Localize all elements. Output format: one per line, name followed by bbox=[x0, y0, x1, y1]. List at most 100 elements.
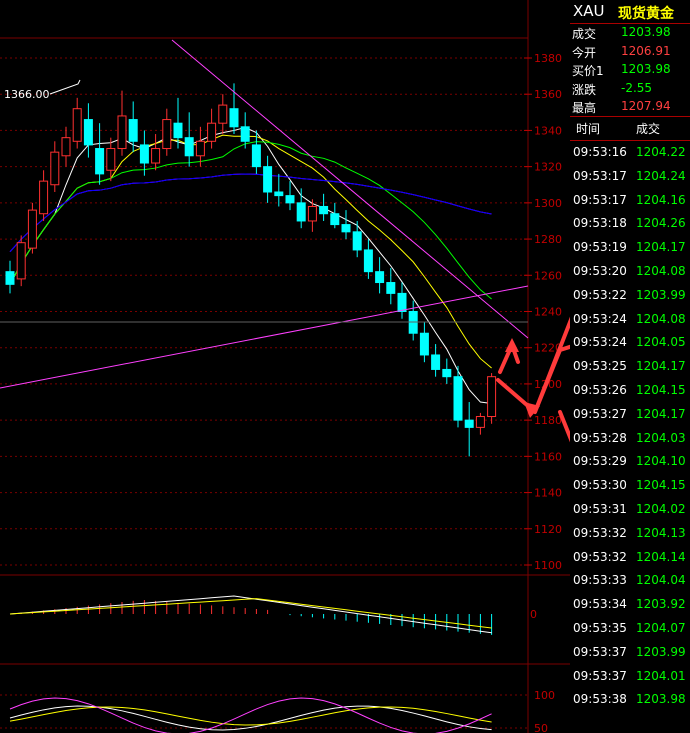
tick-time: 09:53:28 bbox=[573, 430, 627, 445]
kdj-k-line bbox=[9, 705, 492, 731]
macd-dea-line bbox=[9, 598, 492, 629]
tick-price: 1203.99 bbox=[636, 644, 686, 659]
quote-label: 今开 bbox=[572, 45, 597, 60]
tick-price: 1203.92 bbox=[636, 597, 686, 612]
tick-time: 09:53:30 bbox=[573, 478, 627, 493]
candle-body bbox=[285, 195, 295, 204]
price-tick-label: 1320 bbox=[534, 161, 562, 174]
quote-row: 今开 1206.91 bbox=[570, 43, 690, 61]
quote-row: 成交 1203.98 bbox=[570, 24, 690, 42]
candle-body bbox=[184, 137, 194, 157]
candle-body bbox=[83, 119, 93, 146]
candle-body bbox=[341, 224, 351, 233]
tick-time: 09:53:19 bbox=[573, 240, 627, 255]
tick-row: 09:53:37 1203.99 bbox=[570, 641, 690, 665]
candle-body bbox=[117, 115, 127, 150]
tick-price: 1204.02 bbox=[636, 502, 686, 516]
quote-label: 涨跌 bbox=[572, 82, 597, 97]
tick-row: 09:53:24 1204.08 bbox=[570, 308, 690, 332]
kline-chart[interactable]: 1380136013401320130012801260124012201200… bbox=[0, 0, 570, 733]
candle-body bbox=[251, 144, 261, 168]
tick-time: 09:53:24 bbox=[573, 335, 627, 350]
price-tick-label: 1300 bbox=[534, 197, 562, 210]
quote-divider bbox=[570, 116, 690, 117]
candle-body bbox=[453, 376, 463, 421]
tick-price: 1204.04 bbox=[636, 573, 686, 588]
tick-price: 1204.14 bbox=[636, 549, 686, 564]
peak-price-label: 1366.00 bbox=[4, 88, 50, 101]
candle-body bbox=[128, 119, 138, 142]
tick-time: 09:53:18 bbox=[573, 216, 627, 231]
peak-marker bbox=[49, 79, 81, 95]
quote-row: 最高 1207.94 bbox=[570, 98, 690, 116]
quote-label: 买价1 bbox=[572, 64, 604, 78]
tick-row: 09:53:38 1203.98 bbox=[570, 688, 690, 712]
tick-row: 09:53:17 1204.16 bbox=[570, 189, 690, 213]
tick-row: 09:53:18 1204.26 bbox=[570, 212, 690, 236]
tick-time: 09:53:29 bbox=[573, 454, 627, 469]
candlesticks bbox=[5, 83, 497, 457]
kdj-panel: 100 50 bbox=[0, 689, 555, 733]
candle-body bbox=[229, 108, 239, 128]
tick-price: 1204.08 bbox=[636, 264, 686, 278]
tick-row: 09:53:26 1204.15 bbox=[570, 379, 690, 403]
trendlines bbox=[0, 39, 529, 389]
tick-price: 1204.24 bbox=[636, 168, 686, 183]
tick-price: 1204.13 bbox=[636, 525, 686, 540]
candle-body bbox=[363, 249, 373, 273]
tick-price: 1204.17 bbox=[636, 240, 686, 255]
tick-price: 1204.10 bbox=[636, 454, 686, 469]
candle-body bbox=[274, 191, 284, 197]
quote-label: 最高 bbox=[572, 101, 597, 115]
candle-body bbox=[95, 148, 105, 175]
tick-price: 1204.17 bbox=[636, 406, 686, 421]
price-tick-label: 1140 bbox=[534, 487, 562, 500]
tick-row: 09:53:32 1204.13 bbox=[570, 522, 690, 546]
symbol-code: XAU bbox=[573, 2, 605, 20]
tick-row: 09:53:34 1203.92 bbox=[570, 593, 690, 617]
tick-time: 09:53:38 bbox=[573, 692, 627, 707]
tick-time: 09:53:37 bbox=[573, 668, 627, 683]
candle-body bbox=[386, 282, 396, 294]
tick-row: 09:53:22 1203.99 bbox=[570, 284, 690, 308]
candle-body bbox=[5, 271, 15, 285]
tick-price: 1204.01 bbox=[636, 668, 686, 683]
price-tick-label: 1120 bbox=[534, 523, 562, 536]
candle-body bbox=[162, 119, 172, 150]
tick-row: 09:53:37 1204.01 bbox=[570, 665, 690, 689]
tick-time: 09:53:22 bbox=[573, 287, 627, 302]
tick-time: 09:53:32 bbox=[573, 525, 627, 540]
candle-body bbox=[442, 368, 452, 378]
tick-time: 09:53:24 bbox=[573, 311, 627, 326]
tick-time: 09:53:26 bbox=[573, 383, 627, 397]
tick-price: 1204.22 bbox=[636, 145, 686, 159]
kdj-d-line bbox=[9, 706, 492, 726]
price-tick-label: 1340 bbox=[534, 124, 562, 137]
tick-row: 09:53:24 1204.05 bbox=[570, 331, 690, 355]
quote-sidebar: XAU 现货黄金 成交 1203.98 今开 1206.91 买价1 1203.98 涨跌 -… bbox=[570, 0, 690, 733]
tick-row: 09:53:29 1204.10 bbox=[570, 450, 690, 474]
tick-table-header: 时间 成交 bbox=[570, 118, 690, 138]
candle-body bbox=[27, 209, 37, 249]
candle-body bbox=[50, 151, 60, 186]
candle-body bbox=[39, 180, 49, 215]
price-tick-label: 1260 bbox=[534, 269, 562, 282]
tick-price: 1204.07 bbox=[636, 621, 686, 635]
candle-body bbox=[352, 231, 362, 251]
candle-body bbox=[464, 419, 474, 428]
candle-body bbox=[218, 104, 228, 124]
quote-value: -2.55 bbox=[621, 80, 653, 95]
tick-row: 09:53:16 1204.22 bbox=[570, 141, 690, 165]
candle-body bbox=[397, 292, 407, 312]
tick-time: 09:53:32 bbox=[573, 549, 627, 564]
candle-body bbox=[72, 108, 82, 142]
tick-time: 09:53:20 bbox=[573, 264, 627, 278]
tick-time: 09:53:25 bbox=[573, 359, 627, 374]
price-tick-label: 1180 bbox=[534, 414, 562, 427]
quote-value: 1206.91 bbox=[621, 43, 671, 58]
price-tick-label: 1160 bbox=[534, 450, 562, 463]
price-tick-label: 1280 bbox=[534, 233, 562, 246]
tick-row: 09:53:35 1204.07 bbox=[570, 617, 690, 641]
tick-time: 09:53:17 bbox=[573, 192, 627, 207]
resistance-trendline bbox=[171, 39, 529, 339]
